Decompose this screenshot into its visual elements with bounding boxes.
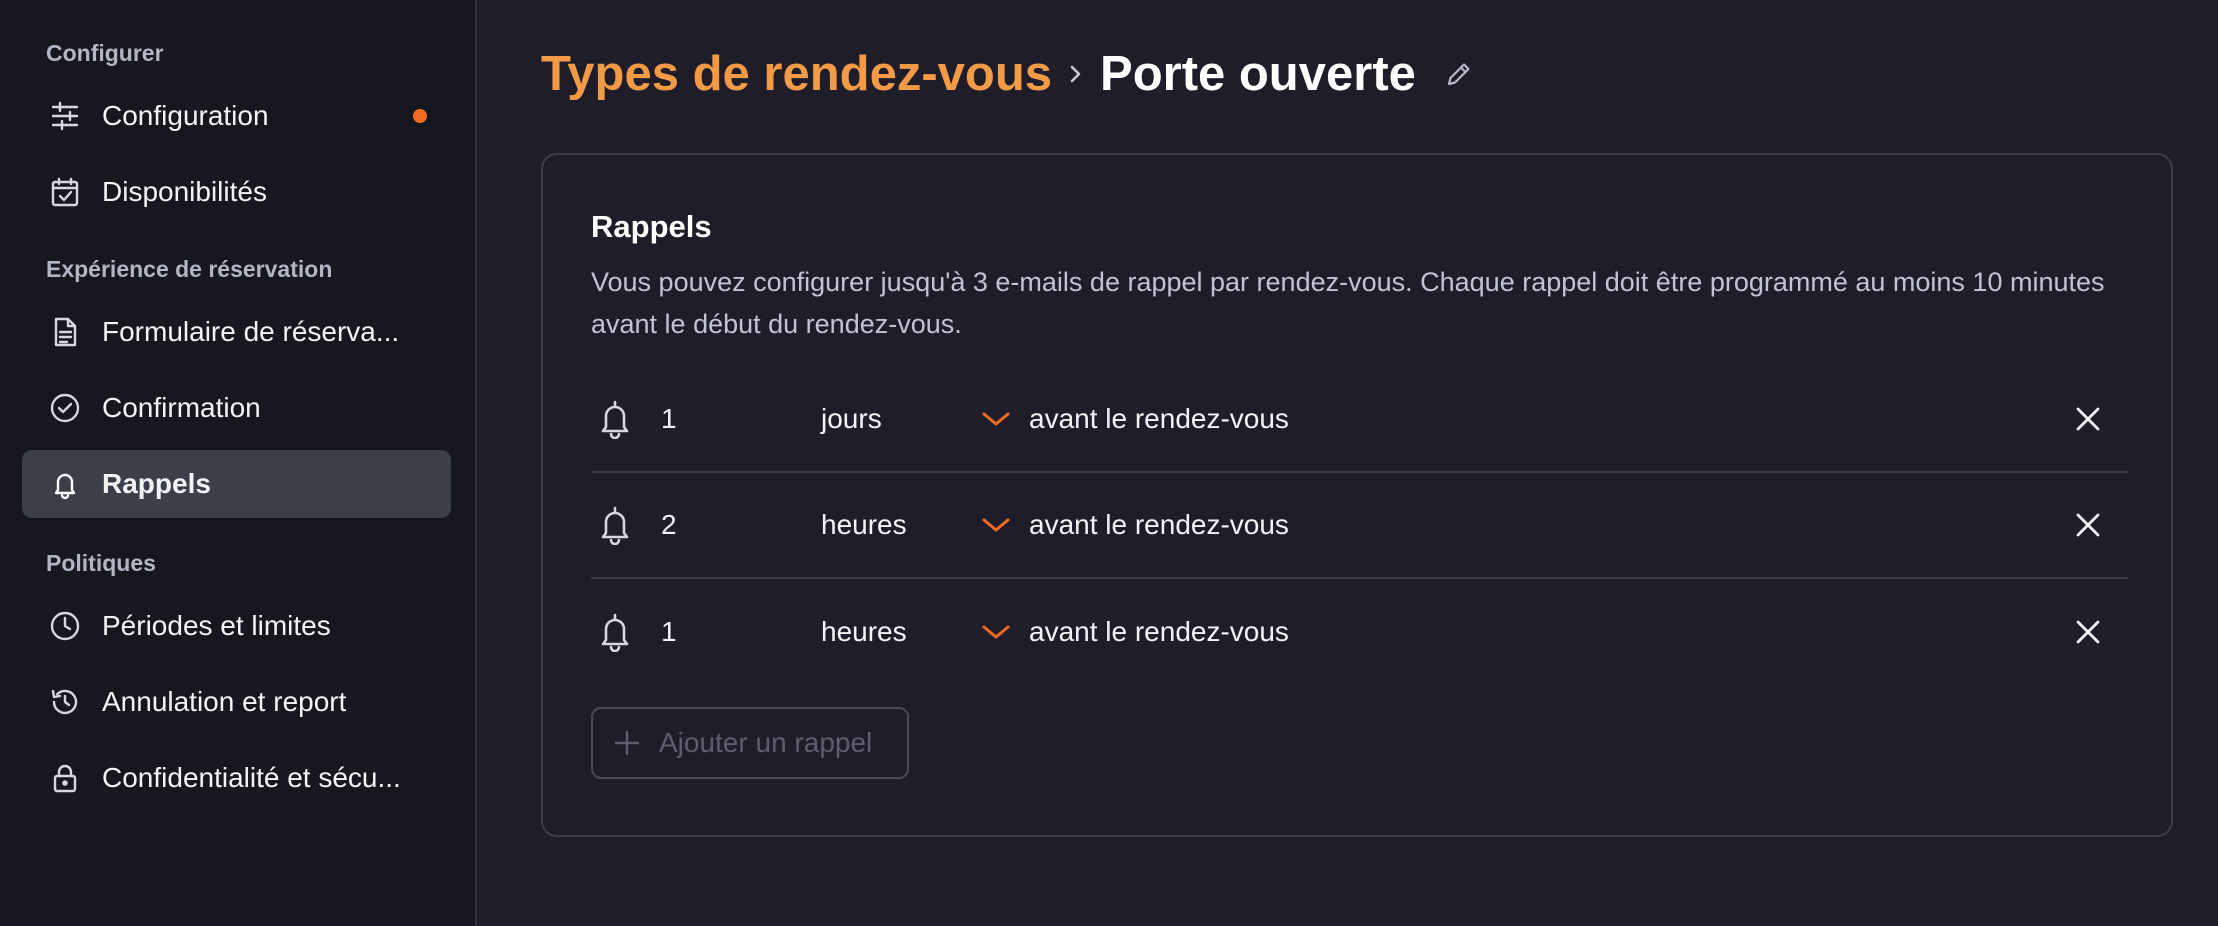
reminders-card: Rappels Vous pouvez configurer jusqu'à 3… (541, 153, 2173, 837)
edit-title-button[interactable] (1442, 57, 1476, 91)
card-description: Vous pouvez configurer jusqu'à 3 e-mails… (591, 267, 2105, 339)
sidebar-item-confirmation[interactable]: Confirmation (22, 374, 451, 442)
close-icon (2076, 407, 2100, 431)
reminder-value[interactable]: 1 (661, 403, 821, 435)
document-icon (48, 315, 82, 349)
card-title: Rappels (591, 209, 712, 244)
chevron-right-icon (1066, 61, 1086, 87)
add-reminder-label: Ajouter un rappel (659, 727, 873, 758)
remove-reminder-button[interactable] (2068, 399, 2108, 439)
add-reminder-button[interactable]: Ajouter un rappel (591, 707, 909, 779)
reminder-row: 2 heures avant le rendez-vous (591, 473, 2128, 579)
bell-icon (595, 612, 635, 652)
main-content: Types de rendez-vous Porte ouverte Rappe… (477, 0, 2218, 926)
page-header: Types de rendez-vous Porte ouverte (541, 40, 2218, 108)
reminder-list: 1 jours avant le rendez-vous 2 heures av… (591, 367, 2128, 685)
reminder-unit[interactable]: heures (821, 616, 981, 648)
close-icon (2076, 513, 2100, 537)
app: Configurer Configuration Disponibilités … (0, 0, 2218, 926)
bell-icon (48, 467, 82, 501)
sidebar-item-label: Confirmation (102, 392, 261, 423)
remove-reminder-button[interactable] (2068, 505, 2108, 545)
sliders-icon (48, 99, 82, 133)
sidebar-item-label: Rappels (102, 468, 211, 499)
sidebar-item-label: Disponibilités (102, 176, 267, 207)
reminder-value[interactable]: 2 (661, 509, 821, 541)
reminder-unit[interactable]: jours (821, 403, 981, 435)
sidebar-item-label: Configuration (102, 100, 269, 131)
remove-reminder-button[interactable] (2068, 612, 2108, 652)
chevron-down-icon[interactable] (981, 617, 1011, 647)
sidebar-item-label: Périodes et limites (102, 610, 331, 641)
sidebar-item-formulaire[interactable]: Formulaire de réserva... (22, 298, 451, 366)
reminder-row: 1 heures avant le rendez-vous (591, 579, 2128, 685)
bell-icon (595, 399, 635, 439)
nav-list-configurer: Configuration Disponibilités (0, 82, 475, 226)
clock-icon (48, 609, 82, 643)
section-title-experience: Expérience de réservation (46, 256, 333, 282)
nav-list-politiques: Périodes et limites Annulation et report (0, 592, 475, 812)
check-circle-icon (48, 391, 82, 425)
notification-dot (413, 109, 427, 123)
reminder-timing: avant le rendez-vous (1029, 509, 1289, 540)
reminder-unit[interactable]: heures (821, 509, 981, 541)
sidebar-item-label: Formulaire de réserva... (102, 316, 400, 347)
lock-icon (48, 761, 82, 795)
reminder-timing: avant le rendez-vous (1029, 403, 1289, 434)
section-title-politiques: Politiques (46, 550, 156, 576)
history-icon (48, 685, 82, 719)
sidebar-item-confidentialite[interactable]: Confidentialité et sécu... (22, 744, 451, 812)
calendar-check-icon (48, 175, 82, 209)
sidebar-item-annulation[interactable]: Annulation et report (22, 668, 451, 736)
sidebar-item-label: Confidentialité et sécu... (102, 762, 401, 793)
section-title-configurer: Configurer (46, 40, 164, 66)
chevron-down-icon[interactable] (981, 510, 1011, 540)
sidebar-item-rappels[interactable]: Rappels (22, 450, 451, 518)
sidebar-item-disponibilites[interactable]: Disponibilités (22, 158, 451, 226)
bell-icon (595, 505, 635, 545)
pencil-icon (1447, 63, 1470, 86)
reminder-row: 1 jours avant le rendez-vous (591, 367, 2128, 473)
sidebar-item-label: Annulation et report (102, 686, 347, 717)
sidebar-item-configuration[interactable]: Configuration (22, 82, 451, 150)
breadcrumb-link[interactable]: Types de rendez-vous (541, 46, 1052, 102)
nav-list-experience: Formulaire de réserva... Confirmation Ra… (0, 298, 475, 518)
page-title: Porte ouverte (1100, 47, 1416, 101)
plus-icon (613, 729, 641, 757)
close-icon (2076, 620, 2100, 644)
sidebar: Configurer Configuration Disponibilités … (0, 0, 477, 926)
reminder-value[interactable]: 1 (661, 616, 821, 648)
chevron-down-icon[interactable] (981, 404, 1011, 434)
reminder-timing: avant le rendez-vous (1029, 616, 1289, 647)
sidebar-item-periodes[interactable]: Périodes et limites (22, 592, 451, 660)
